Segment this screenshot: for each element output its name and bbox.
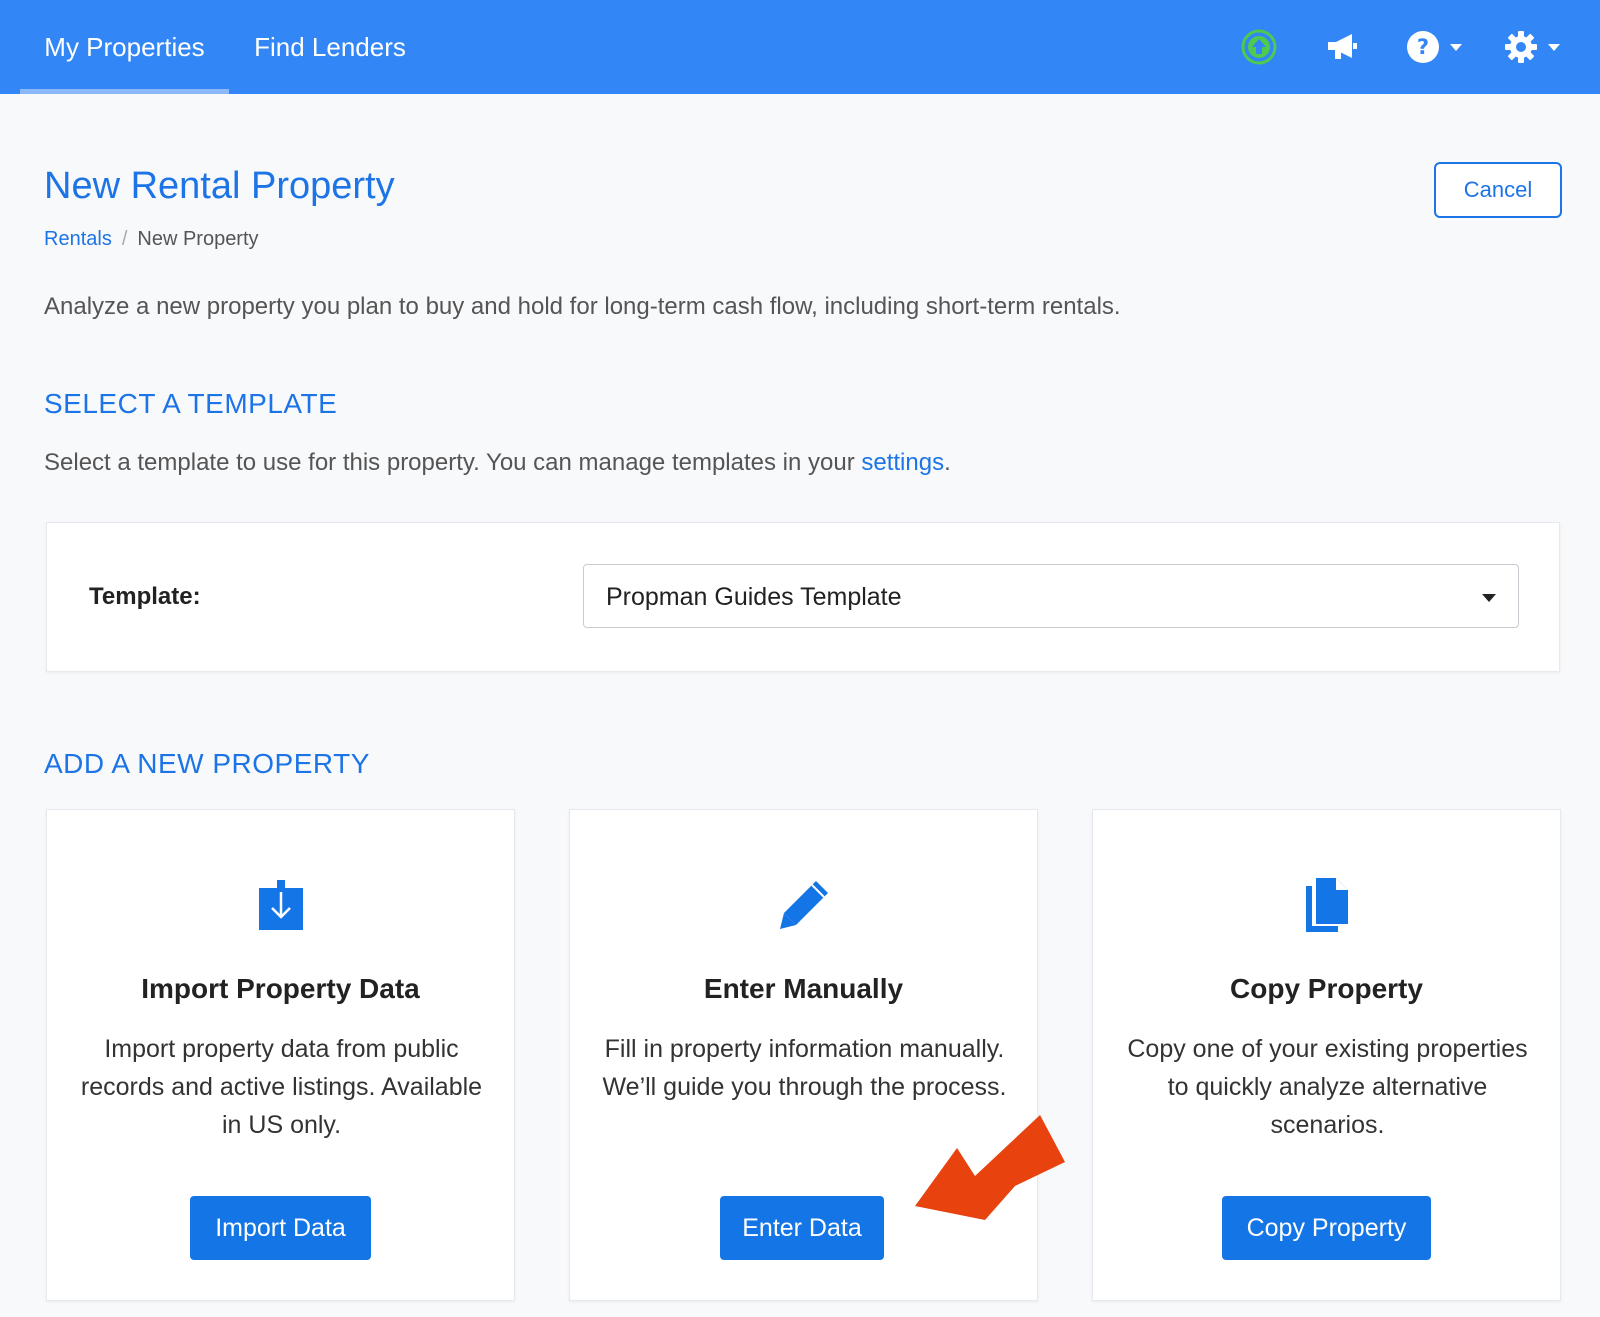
help-menu-button[interactable]: ? (1406, 25, 1462, 69)
import-data-button[interactable]: Import Data (190, 1196, 371, 1260)
card-copy-property: Copy Property Copy one of your existing … (1092, 809, 1561, 1301)
upgrade-arrow-circle-icon[interactable] (1240, 25, 1278, 69)
template-desc-text: Select a template to use for this proper… (44, 449, 862, 476)
download-box-icon (47, 875, 514, 935)
template-panel: Template: Propman Guides Template (46, 522, 1560, 672)
megaphone-icon[interactable] (1324, 25, 1360, 69)
tab-find-lenders[interactable]: Find Lenders (240, 0, 420, 94)
section-heading-template: SELECT A TEMPLATE (44, 388, 338, 419)
template-label: Template: (89, 583, 201, 610)
breadcrumb: Rentals / New Property (44, 228, 259, 251)
card-description: Fill in property information manually. W… (602, 1035, 1007, 1101)
card-title: Copy Property (1230, 973, 1423, 1004)
breadcrumb-link-rentals[interactable]: Rentals (44, 228, 112, 251)
document-copy-icon (1093, 875, 1560, 935)
svg-text:?: ? (1417, 35, 1429, 59)
card-description: Copy one of your existing properties to … (1127, 1035, 1528, 1139)
enter-data-button[interactable]: Enter Data (720, 1196, 884, 1260)
breadcrumb-separator: / (121, 228, 128, 250)
annotation-arrow-icon (915, 1115, 1065, 1220)
intro-text: Analyze a new property you plan to buy a… (44, 293, 1121, 320)
card-description: Import property data from public records… (80, 1035, 483, 1139)
top-nav-bar: My Properties Find Lenders ? (0, 0, 1600, 94)
breadcrumb-current: New Property (137, 228, 259, 250)
settings-link[interactable]: settings (861, 449, 944, 476)
page-title: New Rental Property (44, 165, 395, 207)
chevron-down-icon (1450, 43, 1462, 51)
card-import-property: Import Property Data Import property dat… (46, 809, 515, 1301)
template-section-description: Select a template to use for this proper… (44, 449, 951, 477)
chevron-down-icon (1482, 594, 1496, 602)
settings-menu-button[interactable] (1504, 25, 1560, 69)
tab-my-properties[interactable]: My Properties (20, 0, 229, 94)
help-circle-icon: ? (1407, 31, 1439, 63)
card-title: Enter Manually (703, 973, 904, 1004)
cancel-button[interactable]: Cancel (1434, 162, 1562, 218)
template-desc-suffix: . (944, 449, 951, 476)
pencil-icon (570, 875, 1037, 935)
card-title: Import Property Data (141, 973, 420, 1004)
chevron-down-icon (1548, 43, 1560, 51)
copy-property-button[interactable]: Copy Property (1222, 1196, 1431, 1260)
gear-icon (1505, 31, 1537, 63)
template-select[interactable]: Propman Guides Template (583, 564, 1519, 628)
section-heading-add-property: ADD A NEW PROPERTY (44, 748, 370, 779)
template-select-value: Propman Guides Template (606, 583, 902, 611)
